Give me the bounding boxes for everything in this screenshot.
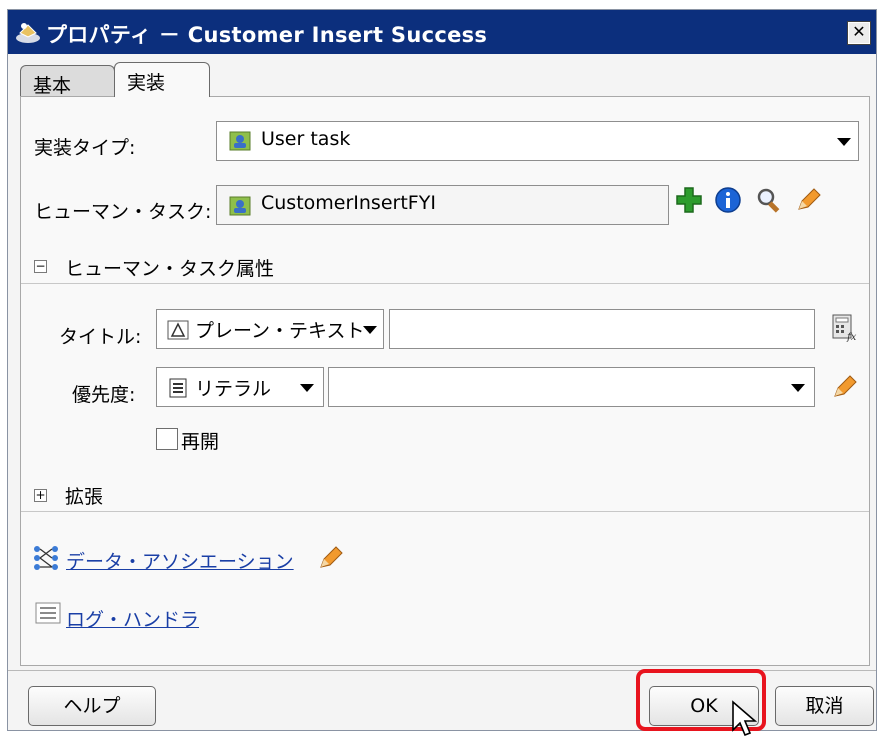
section-divider xyxy=(21,283,869,284)
title-mode-value: プレーン・テキスト xyxy=(195,320,365,342)
chevron-down-icon xyxy=(791,384,805,392)
edit-pencil-icon[interactable] xyxy=(793,185,823,215)
properties-dialog: プロパティ － Customer Insert Success ✕ 基本 実装 … xyxy=(7,9,877,731)
user-task-icon xyxy=(229,196,251,216)
reopen-checkbox[interactable] xyxy=(156,428,178,450)
edit-pencil-icon[interactable] xyxy=(829,372,859,402)
tab-strip: 基本 実装 xyxy=(16,62,876,97)
priority-mode-value: リテラル xyxy=(195,378,272,400)
literal-list-icon xyxy=(169,378,187,398)
user-task-icon xyxy=(229,131,251,151)
collapse-attributes-toggle[interactable]: − xyxy=(34,260,47,273)
title-input[interactable] xyxy=(389,309,815,349)
human-task-label: ヒューマン・タスク: xyxy=(34,201,212,223)
priority-mode-select[interactable]: リテラル xyxy=(156,367,324,407)
reopen-label: 再開 xyxy=(181,431,220,453)
human-task-attributes-header[interactable]: ヒューマン・タスク属性 xyxy=(65,254,274,281)
priority-label: 優先度: xyxy=(72,384,136,406)
section-divider xyxy=(21,511,869,512)
help-button[interactable]: ヘルプ xyxy=(28,686,156,726)
info-icon[interactable] xyxy=(713,185,743,215)
search-icon[interactable] xyxy=(754,185,784,215)
extension-header[interactable]: 拡張 xyxy=(65,482,103,509)
human-task-field[interactable]: CustomerInsertFYI xyxy=(216,185,669,225)
expand-extension-toggle[interactable]: + xyxy=(34,489,47,502)
log-handler-icon xyxy=(35,602,61,624)
expression-builder-icon[interactable]: fx xyxy=(829,312,859,342)
cancel-button[interactable]: 取消 xyxy=(775,686,874,726)
close-button[interactable]: ✕ xyxy=(847,21,871,45)
title-mode-select[interactable]: プレーン・テキスト xyxy=(156,309,384,349)
app-icon xyxy=(16,23,40,43)
edit-pencil-icon[interactable] xyxy=(315,543,345,573)
chevron-down-icon xyxy=(300,384,314,392)
title-field-label: タイトル: xyxy=(59,326,142,348)
cursor-icon xyxy=(732,700,758,737)
impl-type-value: User task xyxy=(261,128,351,150)
impl-type-select[interactable]: User task xyxy=(216,121,859,161)
chevron-down-icon xyxy=(837,138,851,146)
data-association-link[interactable]: データ・アソシエーション xyxy=(66,547,294,574)
window-title: プロパティ － Customer Insert Success xyxy=(46,23,488,47)
tab-implementation[interactable]: 実装 xyxy=(114,62,210,97)
add-icon[interactable] xyxy=(674,185,704,215)
impl-type-label: 実装タイプ: xyxy=(34,137,136,159)
tab-basic[interactable]: 基本 xyxy=(20,65,115,97)
human-task-value: CustomerInsertFYI xyxy=(261,192,436,214)
svg-text:fx: fx xyxy=(846,332,857,342)
log-handler-link[interactable]: ログ・ハンドラ xyxy=(66,605,199,632)
implementation-panel: 実装タイプ: User task ヒューマン・タスク: CustomerInse… xyxy=(20,96,870,666)
title-bar[interactable]: プロパティ － Customer Insert Success ✕ xyxy=(8,10,876,54)
plain-text-icon xyxy=(167,320,189,340)
priority-value-select[interactable] xyxy=(328,367,815,407)
chevron-down-icon xyxy=(363,326,377,334)
data-association-icon xyxy=(34,546,58,570)
